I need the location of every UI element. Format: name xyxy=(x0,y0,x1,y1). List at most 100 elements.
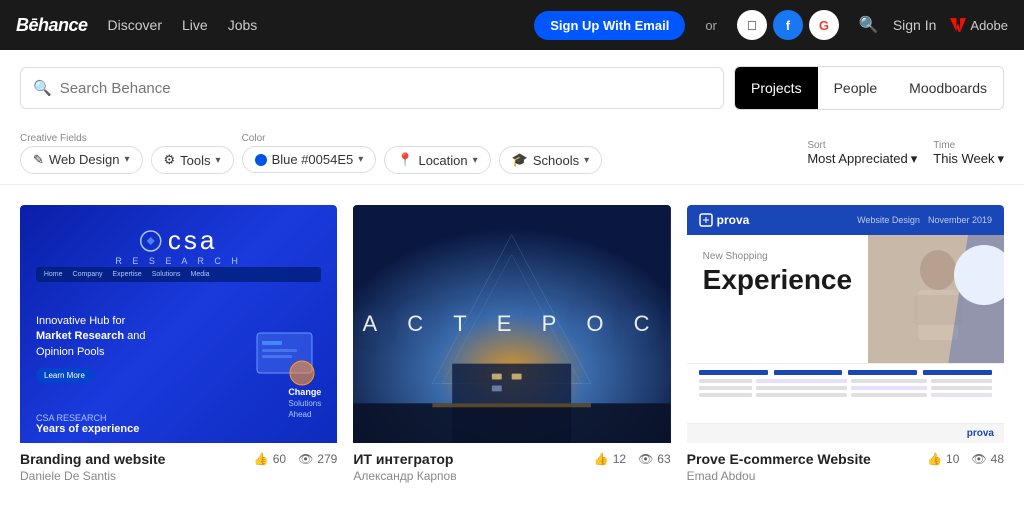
signup-button[interactable]: Sign Up With Email xyxy=(534,11,685,40)
site-logo[interactable]: Bēhance xyxy=(16,15,88,36)
prova-table-header xyxy=(699,370,992,375)
nav-jobs[interactable]: Jobs xyxy=(228,17,258,33)
project-title-row-1: Branding and website 👍 60 👁 279 xyxy=(20,451,337,467)
views-stat-2: 👁 63 xyxy=(638,452,671,466)
likes-stat-1: 👍 60 xyxy=(254,452,286,466)
prova-table-row-2 xyxy=(699,386,992,390)
asteroc-bg: А С Т Е Р О С xyxy=(353,205,670,443)
thumb-up-icon: 👍 xyxy=(594,452,609,466)
location-icon: 📍 xyxy=(397,152,413,168)
sort-value-btn[interactable]: Most Appreciated ▾ xyxy=(807,151,917,167)
filters-row: Creative Fields ✎ Web Design ▾ ⚙ Tools ▾… xyxy=(0,122,1024,185)
location-filter[interactable]: 📍 Location ▾ xyxy=(384,146,490,174)
adobe-logo[interactable]: Adobe xyxy=(950,17,1008,33)
project-author-1: Daniele De Santis xyxy=(20,469,337,483)
csa-brand-icon xyxy=(140,230,162,252)
color-label: Color xyxy=(242,133,375,144)
nav-discover[interactable]: Discover xyxy=(108,17,162,33)
caret-down-icon: ▾ xyxy=(124,154,129,165)
project-card-3[interactable]: prova Website Design November 2019 New S… xyxy=(687,205,1004,487)
search-section: 🔍 Projects People Moodboards xyxy=(0,50,1024,122)
csa-right-labels: Change Solutions Ahead xyxy=(288,387,321,419)
adobe-icon xyxy=(950,17,966,33)
time-item: Time This Week ▾ xyxy=(933,140,1004,167)
prova-hero-content: New Shopping Experience xyxy=(687,235,868,363)
project-title-1: Branding and website xyxy=(20,451,165,467)
time-value-btn[interactable]: This Week ▾ xyxy=(933,151,1004,167)
search-input[interactable] xyxy=(60,80,711,97)
project-info-2: ИТ интегратор 👍 12 👁 63 Александр Карпов xyxy=(353,443,670,487)
project-thumb-3: prova Website Design November 2019 New S… xyxy=(687,205,1004,443)
caret-down-icon: ▾ xyxy=(584,155,589,166)
color-group: Color Blue #0054E5 ▾ xyxy=(242,133,377,173)
nav-right: 🔍 Sign In Adobe xyxy=(859,15,1008,35)
color-value: Blue #0054E5 xyxy=(272,152,354,167)
search-tabs: Projects People Moodboards xyxy=(734,66,1004,110)
creative-fields-value: Web Design xyxy=(49,152,120,167)
project-card-2[interactable]: А С Т Е Р О С ИТ интегратор 👍 12 👁 63 Ал… xyxy=(353,205,670,487)
prova-table-row-1 xyxy=(699,379,992,383)
eye-icon: 👁 xyxy=(971,452,986,466)
project-title-row-2: ИТ интегратор 👍 12 👁 63 xyxy=(353,451,670,467)
asteroc-title-overlay: А С Т Е Р О С xyxy=(362,311,661,337)
eye-icon: 👁 xyxy=(298,452,313,466)
creative-fields-label: Creative Fields xyxy=(20,133,141,144)
tools-filter[interactable]: ⚙ Tools ▾ xyxy=(151,146,234,174)
navbar: Bēhance Discover Live Jobs Sign Up With … xyxy=(0,0,1024,50)
sign-in-link[interactable]: Sign In xyxy=(893,17,937,33)
views-stat-1: 👁 279 xyxy=(298,452,337,466)
project-thumb-1: csa R E S E A R C H Home Company Experti… xyxy=(20,205,337,443)
search-icon[interactable]: 🔍 xyxy=(859,15,879,35)
project-info-1: Branding and website 👍 60 👁 279 Daniele … xyxy=(20,443,337,487)
sort-item: Sort Most Appreciated ▾ xyxy=(807,140,917,167)
project-thumb-2: А С Т Е Р О С xyxy=(353,205,670,443)
tab-moodboards[interactable]: Moodboards xyxy=(893,67,1003,109)
social-buttons:  f G xyxy=(737,10,839,40)
schools-icon: 🎓 xyxy=(512,152,528,168)
google-signin-button[interactable]: G xyxy=(809,10,839,40)
search-inline-icon: 🔍 xyxy=(33,79,52,97)
apple-signin-button[interactable]:  xyxy=(737,10,767,40)
search-bar-row: 🔍 Projects People Moodboards xyxy=(20,66,1004,110)
csa-logo: csa R E S E A R C H xyxy=(115,225,242,266)
csa-footer: CSA RESEARCH Years of experience xyxy=(36,413,139,435)
prova-hero-section: New Shopping Experience xyxy=(687,235,1004,363)
caret-down-icon: ▾ xyxy=(216,155,221,166)
likes-stat-3: 👍 10 xyxy=(927,452,959,466)
paintbrush-icon: ✎ xyxy=(33,152,44,168)
color-filter[interactable]: Blue #0054E5 ▾ xyxy=(242,146,377,173)
csa-nav-bar: Home Company Expertise Solutions Media xyxy=(36,267,322,282)
caret-sort-icon: ▾ xyxy=(911,151,918,167)
prova-logo-group: prova xyxy=(699,213,750,227)
nav-live[interactable]: Live xyxy=(182,17,208,33)
prova-logo-icon xyxy=(699,213,713,227)
project-info-3: Prove E-commerce Website 👍 10 👁 48 Emad … xyxy=(687,443,1004,487)
tab-projects[interactable]: Projects xyxy=(735,67,818,109)
caret-time-icon: ▾ xyxy=(997,151,1004,167)
creative-fields-filter[interactable]: ✎ Web Design ▾ xyxy=(20,146,143,174)
project-title-2: ИТ интегратор xyxy=(353,451,453,467)
views-stat-3: 👁 48 xyxy=(971,452,1004,466)
nav-links: Discover Live Jobs xyxy=(108,17,515,33)
sort-label: Sort xyxy=(807,140,825,151)
search-input-wrap: 🔍 xyxy=(20,67,724,109)
schools-filter[interactable]: 🎓 Schools ▾ xyxy=(499,146,602,174)
project-stats-2: 👍 12 👁 63 xyxy=(594,452,671,466)
thumb-up-icon: 👍 xyxy=(254,452,269,466)
tab-people[interactable]: People xyxy=(818,67,894,109)
caret-down-icon: ▾ xyxy=(473,155,478,166)
likes-stat-2: 👍 12 xyxy=(594,452,626,466)
project-author-3: Emad Abdou xyxy=(687,469,1004,483)
sort-group: Sort Most Appreciated ▾ Time This Week ▾ xyxy=(807,140,1004,167)
prova-table-row-3 xyxy=(699,393,992,397)
project-card-1[interactable]: csa R E S E A R C H Home Company Experti… xyxy=(20,205,337,487)
project-stats-1: 👍 60 👁 279 xyxy=(254,452,338,466)
eye-icon: 👁 xyxy=(638,452,653,466)
projects-grid: csa R E S E A R C H Home Company Experti… xyxy=(0,185,1024,507)
prova-header-bar: prova Website Design November 2019 xyxy=(687,205,1004,235)
prova-nav: Website Design November 2019 xyxy=(857,215,992,225)
facebook-signin-button[interactable]: f xyxy=(773,10,803,40)
project-title-3: Prove E-commerce Website xyxy=(687,451,871,467)
prova-bottom-logo: prova xyxy=(687,423,1004,443)
or-label: or xyxy=(705,18,717,33)
